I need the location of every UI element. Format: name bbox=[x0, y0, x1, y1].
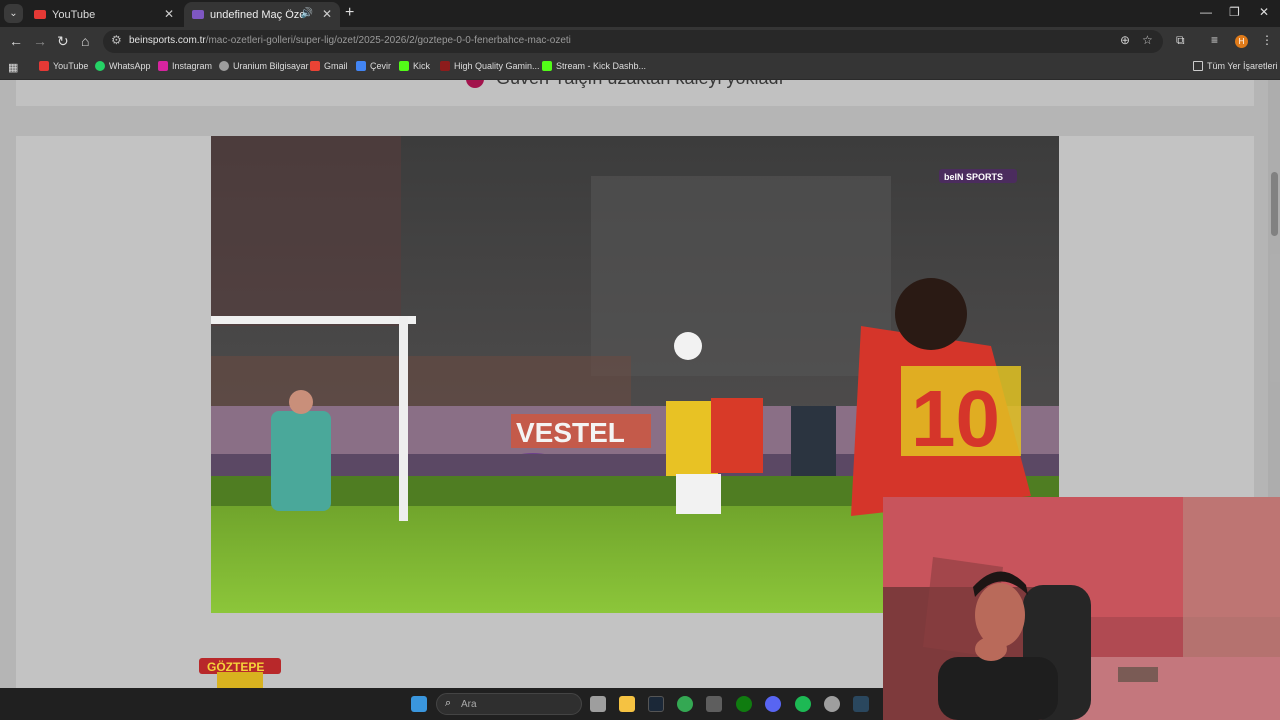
bookmark-youtube[interactable]: YouTube bbox=[39, 61, 88, 71]
kick-icon bbox=[542, 61, 552, 71]
minimize-icon[interactable]: — bbox=[1200, 5, 1212, 19]
close-icon[interactable]: ✕ bbox=[164, 7, 174, 21]
scrollbar-thumb[interactable] bbox=[1271, 172, 1278, 236]
bookmark-gmail[interactable]: Gmail bbox=[310, 61, 348, 71]
bookmark-high-quality[interactable]: High Quality Gamin... bbox=[440, 61, 540, 71]
close-icon[interactable]: ✕ bbox=[322, 7, 332, 21]
taskbar-search[interactable]: ⌕ Ara bbox=[436, 693, 582, 715]
kebab-menu-icon[interactable]: ⋮ bbox=[1261, 33, 1273, 47]
chrome-icon[interactable] bbox=[677, 696, 693, 712]
beinsports-logo: beIN SPORTS bbox=[944, 172, 1003, 182]
zoom-icon[interactable]: ⊕ bbox=[1120, 33, 1130, 47]
bookmarks-bar: ▦ YouTube WhatsApp Instagram Uranium Bil… bbox=[0, 56, 1280, 80]
close-icon[interactable]: ✕ bbox=[1259, 5, 1269, 19]
speaker-icon[interactable]: 🔊 bbox=[301, 8, 313, 19]
file-explorer-icon[interactable] bbox=[619, 696, 635, 712]
team-logo-text: GÖZTEPE bbox=[207, 659, 264, 674]
bookmark-uranium[interactable]: Uranium Bilgisayar bbox=[219, 61, 309, 71]
bookmark-instagram[interactable]: Instagram bbox=[158, 61, 212, 71]
spotify-icon[interactable] bbox=[795, 696, 811, 712]
ad-board-text: VESTEL bbox=[516, 417, 625, 448]
tab-title: YouTube bbox=[52, 8, 96, 21]
webcam-overlay bbox=[883, 497, 1280, 720]
windows-taskbar: ⌕ Ara bbox=[0, 688, 883, 720]
discord-icon[interactable] bbox=[765, 696, 781, 712]
arrow-right-icon[interactable]: → bbox=[33, 33, 47, 49]
bookmark-kick-dashboard[interactable]: Stream - Kick Dashb... bbox=[542, 61, 646, 71]
store-icon[interactable] bbox=[706, 696, 722, 712]
search-icon: ⌕ bbox=[445, 697, 452, 709]
media-control-icon[interactable]: ≡ bbox=[1211, 33, 1218, 47]
steam-icon[interactable] bbox=[853, 696, 869, 712]
highlight-headline[interactable]: Güven Yalçın uzaktan kaleyi yokladı bbox=[466, 80, 784, 89]
star-icon[interactable]: ☆ bbox=[1142, 33, 1153, 47]
address-bar[interactable]: ⚙ beinsports.com.tr/mac-ozetleri-golleri… bbox=[103, 30, 1163, 53]
team-crest: GÖZTEPE bbox=[199, 658, 281, 688]
football bbox=[674, 332, 702, 360]
arrow-left-icon[interactable]: ← bbox=[9, 33, 23, 49]
whatsapp-icon bbox=[95, 61, 105, 71]
all-bookmarks[interactable]: Tüm Yer İşaretleri bbox=[1193, 61, 1278, 71]
bookmark-whatsapp[interactable]: WhatsApp bbox=[95, 61, 151, 71]
kick-icon bbox=[399, 61, 409, 71]
tab-mac-ozeti[interactable]: undefined Maç Özeti (Video 🔊 ✕ bbox=[184, 2, 340, 27]
windows-start-icon[interactable] bbox=[411, 696, 427, 712]
xbox-icon[interactable] bbox=[736, 696, 752, 712]
beinsports-icon bbox=[192, 10, 204, 19]
youtube-icon bbox=[39, 61, 49, 71]
tab-youtube[interactable]: YouTube ✕ bbox=[26, 2, 182, 27]
bookmark-favicon-icon bbox=[440, 61, 450, 71]
reload-icon[interactable]: ↻ bbox=[57, 33, 69, 50]
bookmark-kick[interactable]: Kick bbox=[399, 61, 430, 71]
restore-icon[interactable]: ❐ bbox=[1229, 5, 1240, 19]
tab-strip: ⌄ YouTube ✕ undefined Maç Özeti (Video 🔊… bbox=[0, 0, 1280, 27]
gmail-icon bbox=[310, 61, 320, 71]
obs-icon[interactable] bbox=[824, 696, 840, 712]
search-placeholder: Ara bbox=[461, 699, 477, 710]
profile-avatar[interactable]: H bbox=[1235, 35, 1248, 48]
puzzle-icon[interactable]: ⧉ bbox=[1176, 33, 1185, 48]
streamer-camera bbox=[883, 497, 1280, 720]
url-text[interactable]: beinsports.com.tr/mac-ozetleri-golleri/s… bbox=[129, 35, 571, 46]
bookmark-cevir[interactable]: Çevir bbox=[356, 61, 391, 71]
home-icon[interactable]: ⌂ bbox=[81, 33, 89, 49]
instagram-icon bbox=[158, 61, 168, 71]
play-icon bbox=[466, 80, 484, 89]
url-path: /mac-ozetleri-golleri/super-lig/ozet/202… bbox=[205, 35, 571, 46]
translate-icon bbox=[356, 61, 366, 71]
headline-card: Güven Yalçın uzaktan kaleyi yokladı bbox=[16, 80, 1254, 106]
browser-toolbar: ← → ↻ ⌂ ⚙ beinsports.com.tr/mac-ozetleri… bbox=[0, 27, 1280, 56]
steam-icon[interactable] bbox=[648, 696, 664, 712]
tab-title: undefined Maç Özeti (Video bbox=[210, 8, 306, 21]
task-view-icon[interactable] bbox=[590, 696, 606, 712]
jersey-number: 10 bbox=[911, 374, 1000, 463]
url-domain: beinsports.com.tr bbox=[129, 35, 206, 46]
chevron-down-icon[interactable]: ⌄ bbox=[4, 4, 23, 23]
plus-icon[interactable]: + bbox=[345, 4, 354, 22]
folder-icon bbox=[1193, 61, 1203, 71]
globe-icon bbox=[219, 61, 229, 71]
youtube-icon bbox=[34, 10, 46, 19]
apps-grid-icon[interactable]: ▦ bbox=[8, 61, 18, 74]
tune-icon[interactable]: ⚙ bbox=[111, 33, 122, 47]
headline-text: Güven Yalçın uzaktan kaleyi yokladı bbox=[496, 80, 784, 88]
